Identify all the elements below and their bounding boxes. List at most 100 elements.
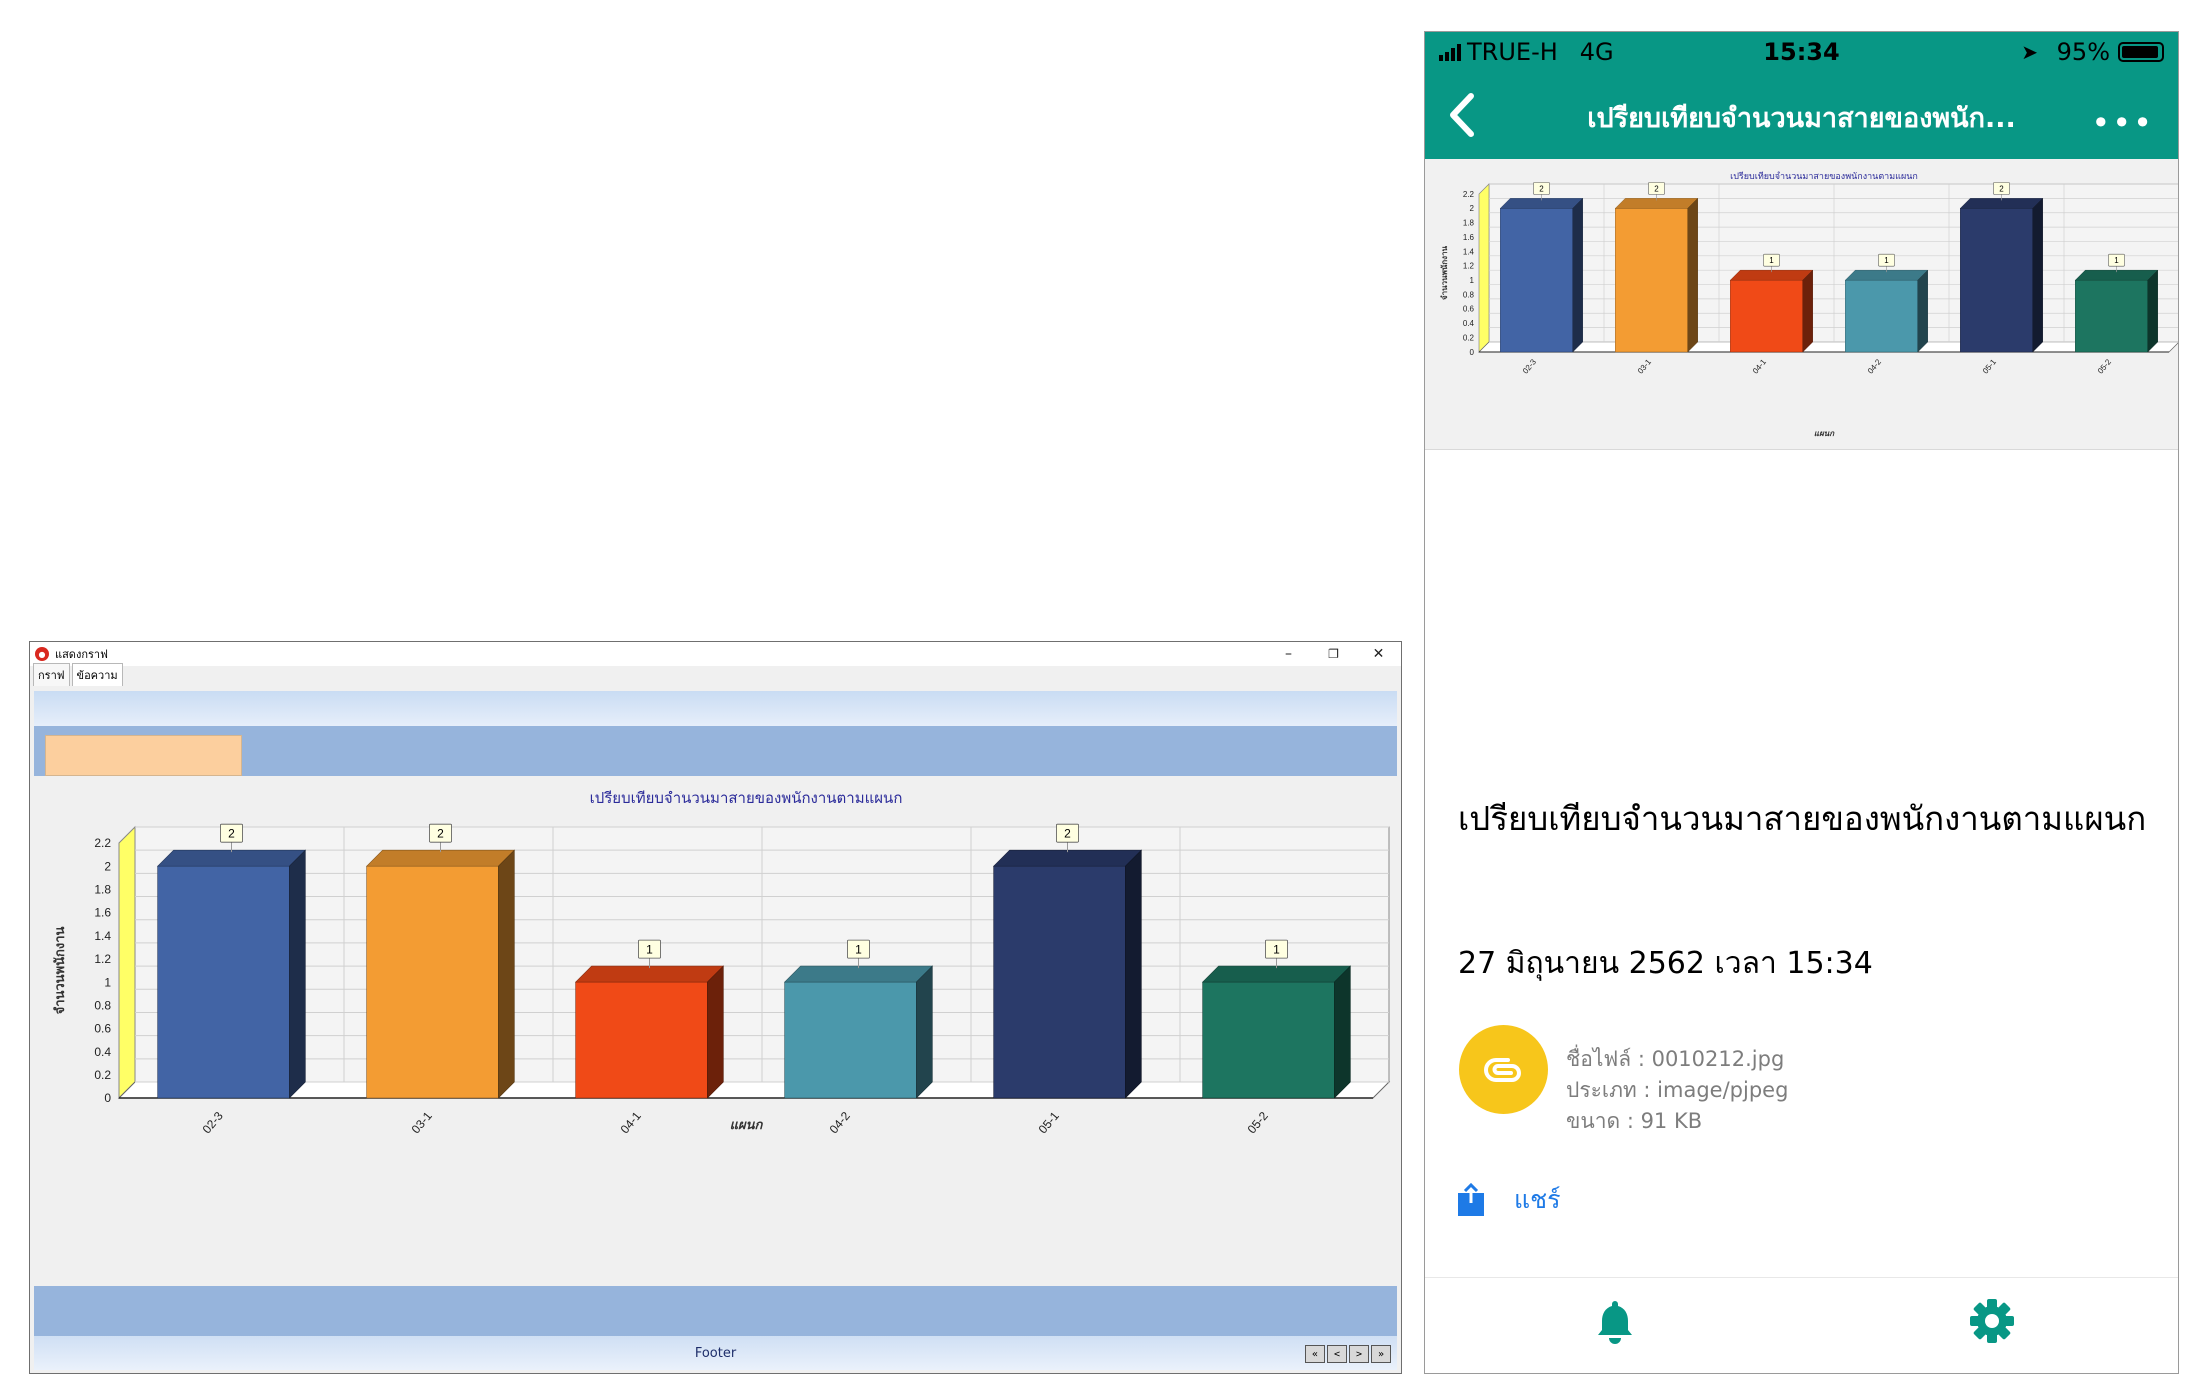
status-bar: TRUE-H 4G 15:34 ➤ 95% (1425, 32, 2178, 72)
bar: 2 (1614, 182, 1699, 353)
share-icon (1458, 1183, 1484, 1216)
bar-front (1730, 279, 1803, 353)
value-label: 1 (855, 943, 862, 957)
nav-title: เปรียบเทียบจำนวนมาสายของพนัก... (1587, 103, 2016, 134)
y-tick-label: 1.8 (1463, 219, 1475, 228)
y-tick-label: 0.2 (94, 1068, 111, 1082)
value-label: 2 (1064, 827, 1071, 841)
value-label: 1 (2114, 256, 2119, 265)
bar-side (498, 849, 515, 1099)
tab-message[interactable]: ข้อความ (71, 663, 123, 686)
next-page-button[interactable]: > (1349, 1345, 1369, 1363)
window-titlebar: ● แสดงกราฟ – ❐ ✕ (30, 642, 1401, 666)
y-tick-label: 0.6 (1463, 305, 1475, 314)
chart-image[interactable]: เปรียบเทียบจำนวนมาสายของพนักงานตามแผนก 0 0… (1425, 159, 2178, 450)
y-tick-label: 1.8 (94, 883, 111, 897)
value-label: 1 (1884, 256, 1889, 265)
bar: 2 (1959, 182, 2044, 353)
bar-chart-phone: เปรียบเทียบจำนวนมาสายของพนักงานตามแผนก 0 0… (1440, 171, 2178, 438)
restore-button[interactable]: ❐ (1311, 642, 1356, 666)
bar-side (1917, 269, 1928, 353)
first-page-button[interactable]: « (1305, 1345, 1325, 1363)
x-tick-label: 04-1 (1751, 357, 1769, 375)
bar-side (2032, 197, 2043, 353)
bar-side (1125, 849, 1142, 1099)
message-heading: เปรียบเทียบจำนวนมาสายของพนักงานตามแผนก (1458, 799, 2147, 838)
x-tick-label: 05-1 (1036, 1109, 1062, 1137)
more-options-button[interactable]: ••• (2091, 104, 2154, 142)
chart-floor (1478, 341, 2178, 353)
value-label: 1 (1769, 256, 1774, 265)
bar-front (1500, 208, 1573, 353)
gear-icon[interactable] (1969, 1298, 2015, 1344)
bar: 2 (365, 823, 516, 1099)
phone-screen: TRUE-H 4G 15:34 ➤ 95% เปรียบเทียบจำนวนมา… (1424, 31, 2179, 1374)
chart-back-wall (1488, 183, 2178, 343)
bell-icon[interactable] (1595, 1298, 1635, 1344)
bar-side (1687, 197, 1698, 353)
footer-label: Footer (694, 1345, 737, 1361)
bar-top (156, 849, 307, 867)
tab-graph[interactable]: กราฟ (33, 663, 70, 686)
bar-side (2147, 269, 2158, 353)
window-title: แสดงกราฟ (55, 648, 108, 661)
bar-front (1202, 981, 1335, 1099)
minimize-button[interactable]: – (1266, 642, 1311, 666)
file-name: ชื่อไฟล์ : 0010212.jpg (1566, 1047, 1785, 1071)
page-navigation: « < > » (1305, 1345, 1391, 1363)
value-label: 1 (1273, 943, 1280, 957)
bar-side (707, 965, 724, 1099)
y-tick-label: 1.2 (94, 952, 111, 966)
bar-front (366, 865, 499, 1099)
y-axis-title: จำนวนพนักงาน (52, 926, 67, 1014)
y-tick-label: 1.6 (1463, 233, 1475, 242)
y-tick-label: 1.4 (94, 929, 111, 943)
x-axis-title: แผนก (1814, 429, 1835, 438)
y-tick-label: 2 (1470, 204, 1475, 213)
value-label: 2 (1654, 184, 1659, 193)
y-tick-label: 1.4 (1463, 247, 1475, 256)
group-footer-band (34, 1286, 1397, 1336)
x-tick-label: 02-3 (1521, 357, 1539, 375)
bar-front (1845, 279, 1918, 353)
last-page-button[interactable]: » (1371, 1345, 1391, 1363)
y-tick-label: 0.6 (94, 1022, 111, 1036)
chart-floor (117, 1081, 1391, 1099)
y-axis-title: จำนวนพนักงาน (1440, 245, 1449, 300)
file-type: ประเภท : image/pjpeg (1566, 1078, 1789, 1102)
report-footer: Footer « < > » (34, 1336, 1397, 1370)
bar: 2 (156, 823, 307, 1099)
share-label: แชร์ (1514, 1185, 1561, 1214)
x-tick-label: 03-1 (1636, 357, 1654, 375)
close-button[interactable]: ✕ (1356, 642, 1401, 666)
bar: 2 (1499, 182, 1584, 353)
y-tick-label: 2 (104, 859, 111, 873)
chart-side-wall (1478, 183, 1490, 353)
bar-top (365, 849, 516, 867)
y-tick-label: 1 (1470, 276, 1475, 285)
nav-bar: เปรียบเทียบจำนวนมาสายของพนัก... ••• (1425, 72, 2178, 159)
paperclip-icon[interactable] (1459, 1025, 1548, 1114)
x-tick-label: 04-1 (618, 1109, 644, 1137)
bar-front (157, 865, 290, 1099)
y-tick-label: 0.8 (94, 998, 111, 1012)
y-tick-label: 0.2 (1463, 333, 1475, 342)
y-tick-label: 0 (104, 1091, 111, 1105)
battery-icon (2118, 42, 2164, 62)
chart-title: เปรียบเทียบจำนวนมาสายของพนักงานตามแผนก (1730, 171, 1918, 181)
y-tick-label: 1.2 (1463, 262, 1475, 271)
y-tick-label: 2.2 (94, 836, 111, 850)
prev-page-button[interactable]: < (1327, 1345, 1347, 1363)
bar-side (1572, 197, 1583, 353)
chart-area: เปรียบเทียบจำนวนมาสายของพนักงานตามแผนก 0 0… (34, 776, 1397, 1286)
bar-front (993, 865, 1126, 1099)
y-tick-label: 0.4 (1463, 319, 1475, 328)
x-tick-label: 03-1 (409, 1109, 435, 1137)
share-button[interactable]: แชร์ (1456, 1180, 1561, 1220)
y-tick-label: 1.6 (94, 906, 111, 920)
bar-front (2075, 279, 2148, 353)
network-label: 4G (1579, 38, 1614, 66)
value-label: 2 (228, 827, 235, 841)
desktop-window: ● แสดงกราฟ – ❐ ✕ กราฟ ข้อความ เปรียบเทีย… (29, 641, 1402, 1374)
bar-top (1201, 965, 1352, 983)
